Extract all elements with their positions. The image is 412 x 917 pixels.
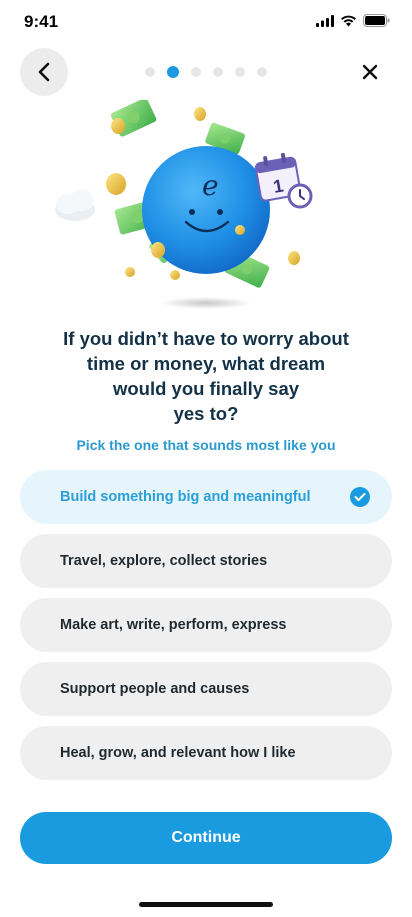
- progress-dot: [257, 67, 267, 77]
- progress-dot: [145, 67, 155, 77]
- answer-option-label: Heal, grow, and relevant how I like: [60, 745, 296, 761]
- answer-option[interactable]: Travel, explore, collect stories: [20, 534, 392, 588]
- question-subtitle: Pick the one that sounds most like you: [76, 437, 336, 453]
- cellular-signal-icon: [316, 14, 334, 27]
- close-icon: [362, 64, 378, 80]
- checkmark-icon: [350, 487, 370, 507]
- coin-icon: [288, 251, 300, 265]
- status-icons: [316, 14, 390, 27]
- battery-icon: [363, 14, 390, 27]
- cloud-icon: [55, 189, 95, 221]
- status-time: 9:41: [24, 12, 59, 31]
- clock-icon: [287, 183, 313, 209]
- coin-icon: [194, 107, 206, 121]
- status-bar: 9:41: [0, 0, 412, 44]
- answer-option[interactable]: Make art, write, perform, express: [20, 598, 392, 652]
- progress-dot: [213, 67, 223, 77]
- answer-option-label: Build something big and meaningful: [60, 489, 311, 505]
- globe-mascot-illustration: e 1: [55, 98, 313, 309]
- close-button[interactable]: [354, 56, 386, 88]
- question-line: would you finally say: [112, 378, 300, 399]
- hero-illustration: e 1: [40, 98, 372, 315]
- answer-option[interactable]: Support people and causes: [20, 662, 392, 716]
- chevron-left-icon: [38, 62, 50, 82]
- answer-options: Build something big and meaningful Trave…: [20, 470, 392, 790]
- mascot-letter: e: [202, 169, 219, 202]
- progress-dot-active: [167, 66, 179, 78]
- coin-icon: [111, 118, 125, 134]
- continue-button[interactable]: Continue: [20, 812, 392, 864]
- coin-icon: [125, 267, 135, 277]
- progress-dot: [235, 67, 245, 77]
- answer-option[interactable]: Heal, grow, and relevant how I like: [20, 726, 392, 780]
- answer-option-label: Support people and causes: [60, 681, 250, 697]
- back-button[interactable]: [20, 48, 68, 96]
- header: [0, 48, 412, 100]
- progress-indicator: [145, 66, 267, 78]
- question-line: If you didn’t have to worry about: [63, 328, 349, 349]
- answer-option[interactable]: Build something big and meaningful: [20, 470, 392, 524]
- coin-icon: [106, 173, 126, 195]
- answer-option-label: Travel, explore, collect stories: [60, 553, 268, 569]
- answer-option-label: Make art, write, perform, express: [60, 617, 287, 633]
- coin-icon: [151, 242, 165, 258]
- progress-dot: [191, 67, 201, 77]
- coin-icon: [170, 270, 180, 280]
- wifi-icon: [341, 15, 356, 26]
- coin-icon: [235, 225, 245, 235]
- question-heading: If you didn’t have to worry about time o…: [40, 326, 372, 426]
- question-line: time or money, what dream: [86, 353, 326, 374]
- home-indicator: [139, 902, 273, 907]
- question-line: yes to?: [173, 403, 239, 424]
